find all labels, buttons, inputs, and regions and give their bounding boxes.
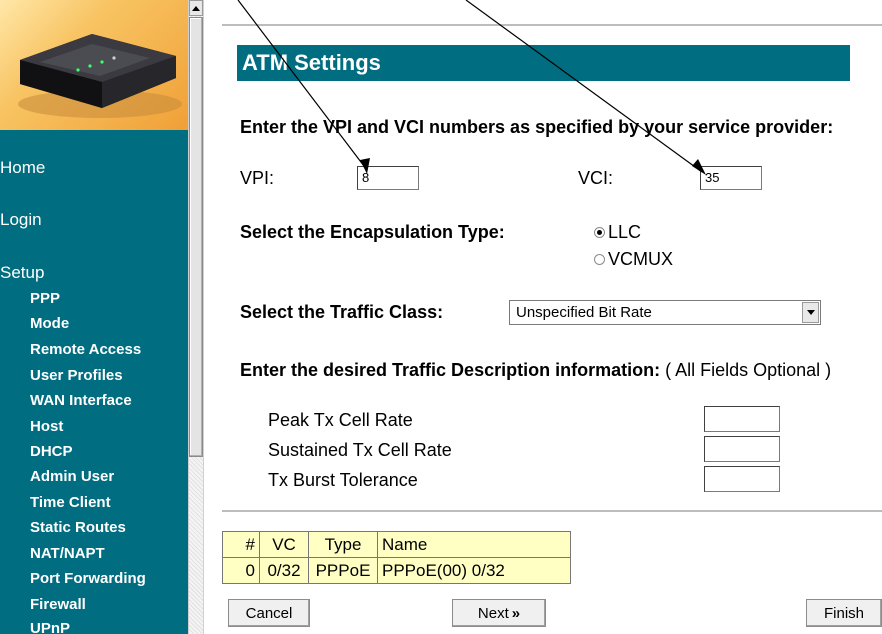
sustained-tx-input[interactable] (704, 436, 780, 462)
sidebar-item-dhcp[interactable]: DHCP (30, 443, 73, 460)
device-banner (0, 0, 188, 130)
sidebar-item-remote-access[interactable]: Remote Access (30, 341, 141, 358)
traffic-class-select[interactable]: Unspecified Bit Rate (509, 300, 821, 325)
double-chevron-right-icon: » (511, 604, 521, 622)
table-row[interactable]: 0 0/32 PPPoE PPPoE(00) 0/32 (222, 557, 571, 584)
cancel-button[interactable]: Cancel (228, 599, 310, 627)
table-header-index: # (222, 531, 260, 558)
table-header-name: Name (377, 531, 571, 558)
table-cell-type: PPPoE (308, 557, 378, 584)
traffic-desc-label: Enter the desired Traffic Description in… (240, 360, 661, 380)
radio-vcmux[interactable]: VCMUX (594, 249, 673, 270)
vpi-input[interactable]: 8 (357, 166, 419, 190)
vci-input[interactable]: 35 (700, 166, 762, 190)
traffic-desc-block: Enter the desired Traffic Description in… (240, 357, 860, 383)
vci-label: VCI: (578, 168, 614, 188)
sidebar-item-time-client[interactable]: Time Client (30, 494, 111, 511)
sidebar-item-host[interactable]: Host (30, 418, 63, 435)
sidebar-item-upnp[interactable]: UPnP (30, 620, 70, 634)
radio-vcmux-label: VCMUX (608, 249, 674, 269)
sidebar-item-nat-napt[interactable]: NAT/NAPT (30, 545, 105, 562)
radio-llc-label: LLC (608, 222, 642, 242)
nav-setup[interactable]: Setup (0, 263, 44, 283)
scroll-thumb[interactable] (189, 17, 203, 457)
chevron-down-icon[interactable] (802, 302, 819, 323)
table-header-type: Type (308, 531, 378, 558)
burst-tolerance-input[interactable] (704, 466, 780, 492)
next-button-label: Next (477, 604, 509, 622)
radio-vcmux-button[interactable] (594, 254, 605, 265)
radio-llc-button[interactable] (594, 227, 605, 238)
burst-tolerance-label: Tx Burst Tolerance (268, 470, 418, 490)
table-cell-name: PPPoE(00) 0/32 (377, 557, 571, 584)
sidebar-item-static-routes[interactable]: Static Routes (30, 519, 126, 536)
sidebar: Home Login Setup PPP Mode Remote Access … (0, 0, 188, 634)
peak-tx-input[interactable] (704, 406, 780, 432)
top-divider (222, 24, 882, 26)
page-title: ATM Settings (237, 45, 850, 81)
sidebar-item-wan-interface[interactable]: WAN Interface (30, 392, 132, 409)
sidebar-item-user-profiles[interactable]: User Profiles (30, 367, 123, 384)
sustained-tx-label: Sustained Tx Cell Rate (268, 440, 452, 460)
scroll-up-button[interactable] (189, 0, 203, 16)
nav-home[interactable]: Home (0, 158, 45, 178)
table-header-row: # VC Type Name (222, 531, 571, 558)
table-header-vc: VC (259, 531, 309, 558)
vpi-label: VPI: (240, 168, 275, 188)
router-image (18, 34, 182, 118)
sidebar-item-admin-user[interactable]: Admin User (30, 468, 114, 485)
traffic-class-label: Select the Traffic Class: (240, 302, 444, 322)
vc-table: # VC Type Name 0 0/32 PPPoE PPPoE(00) 0/… (222, 531, 571, 584)
table-cell-index: 0 (222, 557, 260, 584)
vpi-vci-heading: Enter the VPI and VCI numbers as specifi… (240, 117, 834, 137)
traffic-desc-note: ( All Fields Optional ) (665, 360, 832, 380)
arrow-up-icon (192, 6, 200, 11)
traffic-class-value: Unspecified Bit Rate (516, 304, 652, 321)
radio-llc[interactable]: LLC (594, 222, 641, 243)
peak-tx-label: Peak Tx Cell Rate (268, 410, 413, 430)
sidebar-item-firewall[interactable]: Firewall (30, 596, 86, 613)
sidebar-item-mode[interactable]: Mode (30, 315, 69, 332)
sidebar-item-ppp[interactable]: PPP (30, 290, 60, 307)
sidebar-item-port-forwarding[interactable]: Port Forwarding (30, 570, 146, 587)
finish-button[interactable]: Finish (806, 599, 882, 627)
encapsulation-label: Select the Encapsulation Type: (240, 222, 505, 242)
next-button[interactable]: Next » (452, 599, 546, 627)
bottom-divider (222, 510, 882, 512)
sidebar-scrollbar[interactable] (188, 0, 204, 634)
nav-login[interactable]: Login (0, 210, 42, 230)
table-cell-vc: 0/32 (259, 557, 309, 584)
